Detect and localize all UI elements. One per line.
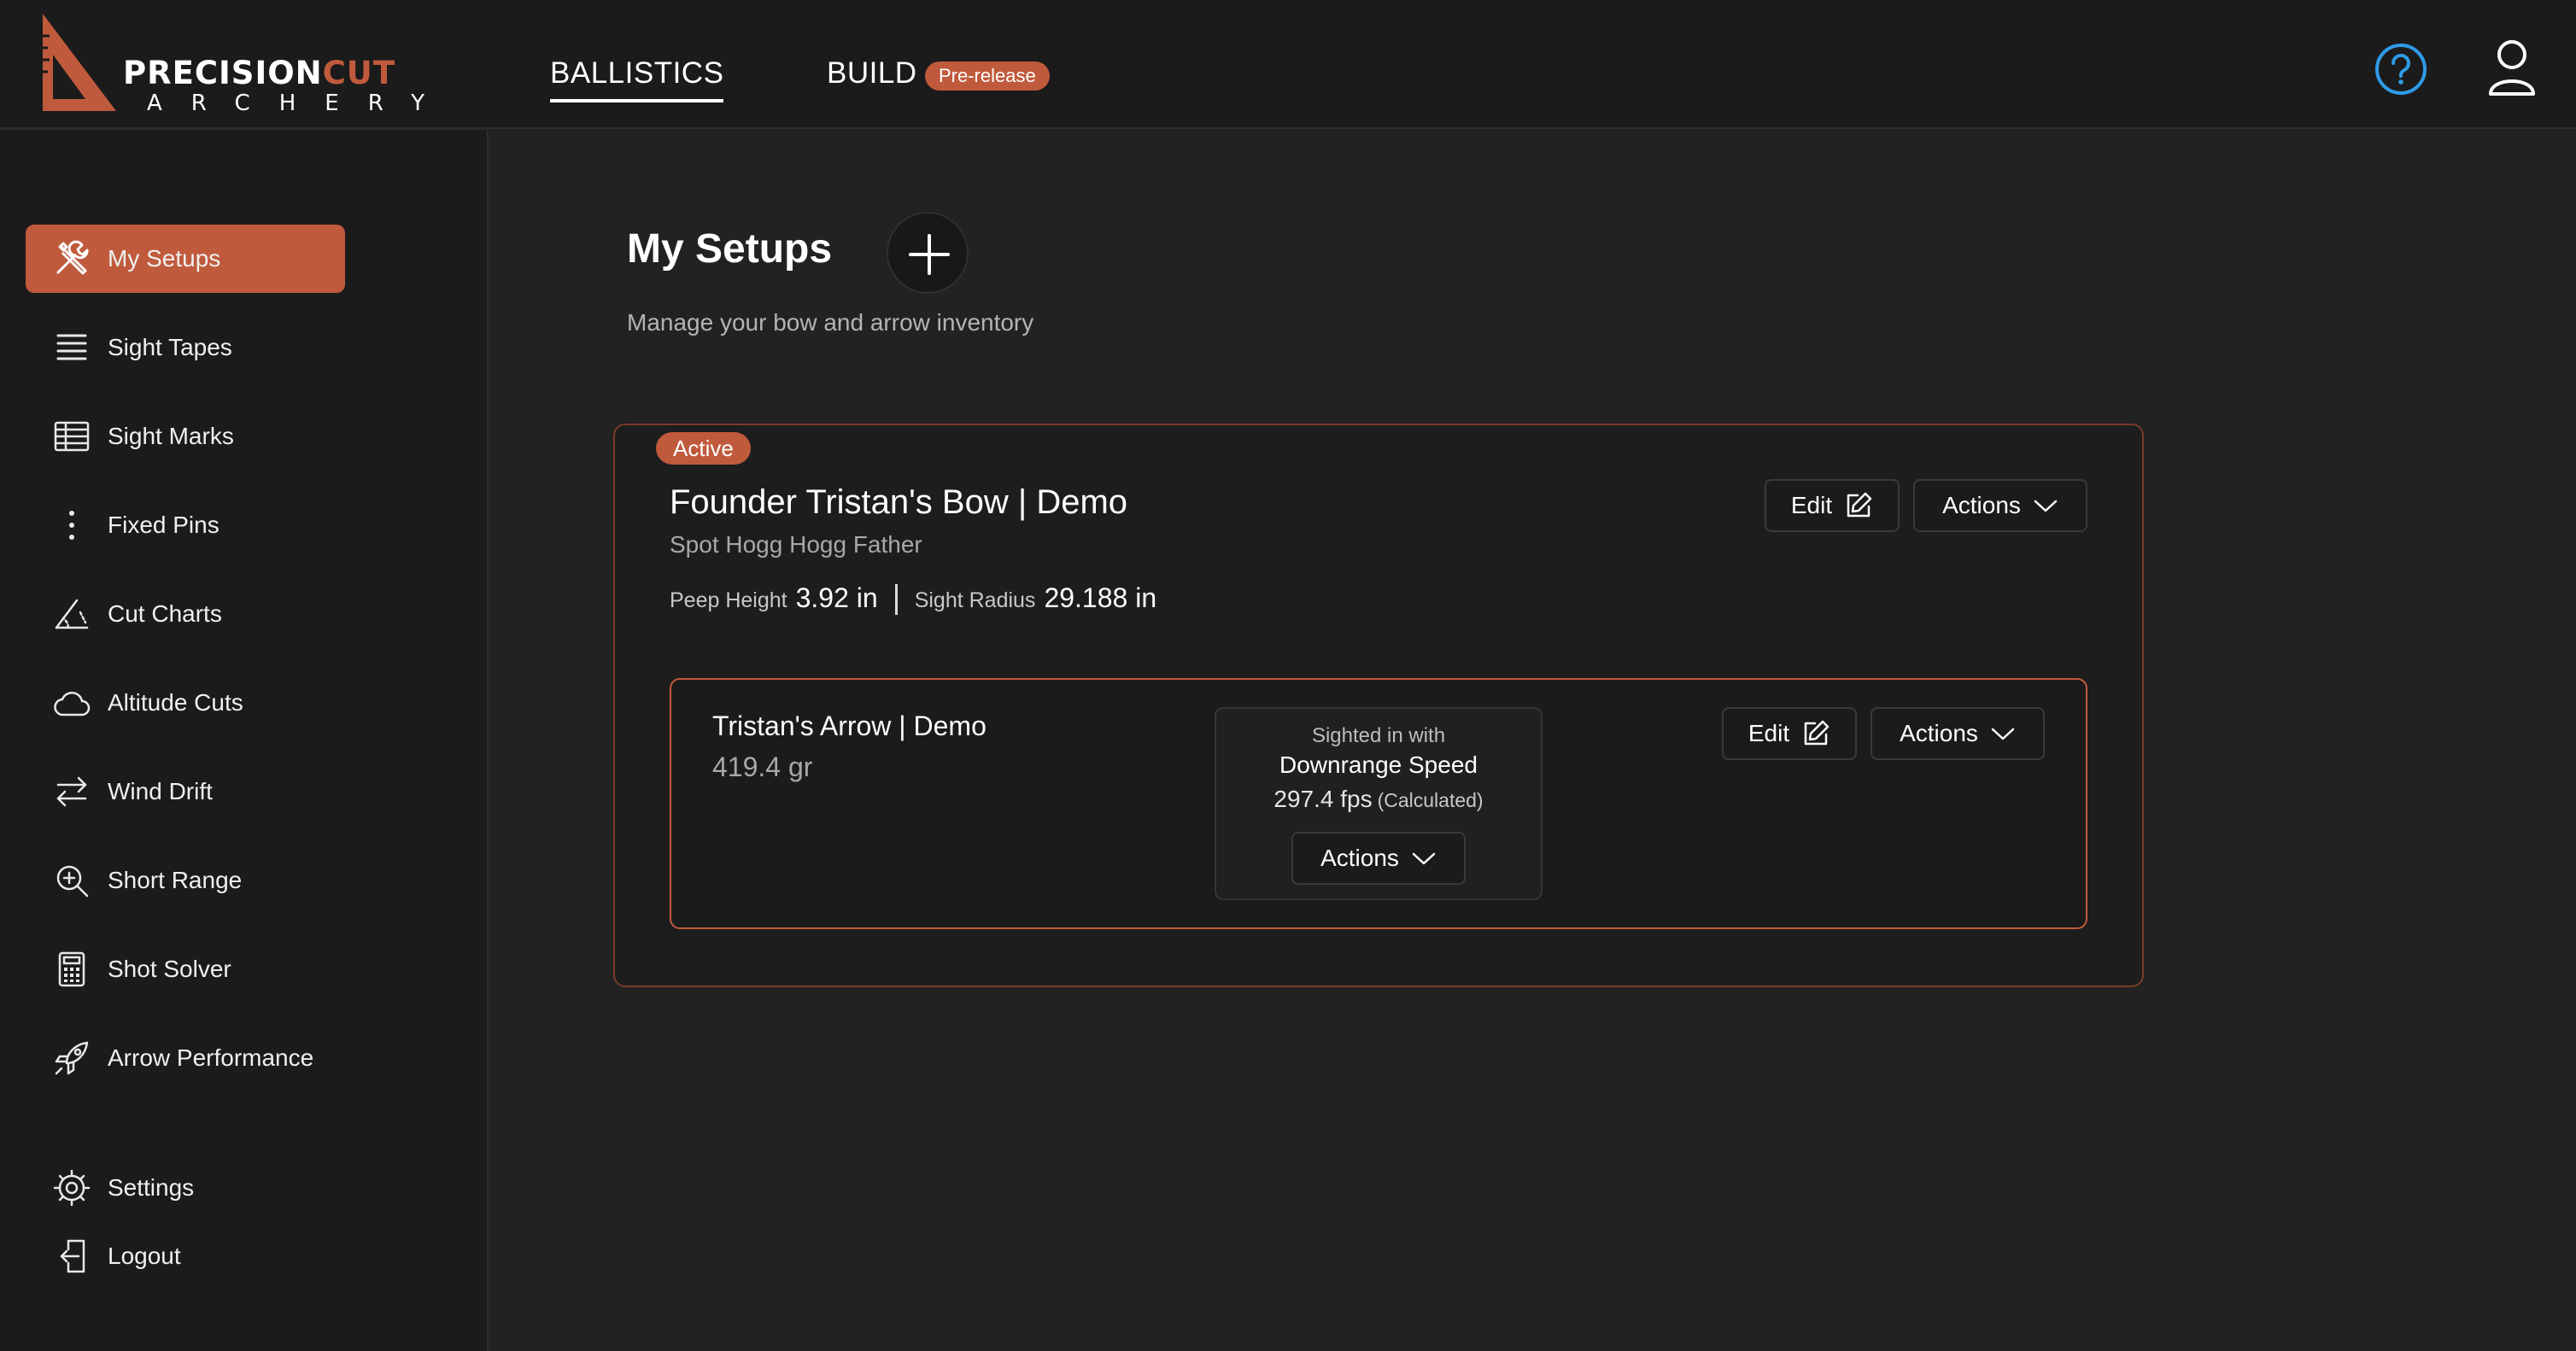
sidebar-item-label: Fixed Pins xyxy=(108,512,220,538)
user-icon xyxy=(2489,40,2535,96)
chevron-down-icon xyxy=(2034,500,2058,512)
sidebar-item-fixed-pins[interactable]: Fixed Pins xyxy=(26,491,345,559)
sighted-in-caption: Sighted in with xyxy=(1311,724,1446,747)
table-icon xyxy=(54,421,90,452)
sidebar-item-sight-marks[interactable]: Sight Marks xyxy=(26,402,345,471)
calculator-icon xyxy=(58,951,85,987)
plus-icon xyxy=(909,234,950,275)
top-bar: PRECISIONCUT ARCHERY BALLISTICS BUILD Pr… xyxy=(0,0,2576,129)
logo-mark-icon xyxy=(43,14,116,111)
edit-label: Edit xyxy=(1790,492,1833,518)
gear-icon xyxy=(53,1169,91,1207)
bow-name: Founder Tristan's Bow | Demo xyxy=(670,483,1128,521)
arrow-weight: 419.4 gr xyxy=(712,752,813,782)
brand-subtitle: ARCHERY xyxy=(147,91,454,116)
edit-bow-button[interactable]: Edit xyxy=(1765,479,1900,532)
rocket-icon xyxy=(55,1041,89,1075)
status-badge: Active xyxy=(656,432,751,465)
spec-divider xyxy=(894,584,898,615)
nav-build[interactable]: BUILD xyxy=(827,56,917,91)
arrows-swap-icon xyxy=(56,776,87,807)
cloud-icon xyxy=(54,692,91,716)
bow-actions-dropdown[interactable]: Actions xyxy=(1913,479,2087,532)
sidebar-item-label: Sight Tapes xyxy=(108,334,232,360)
sidebar-item-label: Cut Charts xyxy=(108,600,222,627)
sidebar-item-my-setups[interactable]: My Setups xyxy=(26,225,345,293)
arrow-speed: 297.4 fps (Calculated) xyxy=(1215,786,1543,813)
sight-radius-label: Sight Radius xyxy=(914,588,1036,612)
sidebar-item-label: Settings xyxy=(108,1174,195,1201)
actions-label: Actions xyxy=(1942,492,2021,518)
lines-icon xyxy=(56,334,87,360)
edit-pencil-icon xyxy=(1804,720,1830,746)
sidebar-item-altitude-cuts[interactable]: Altitude Cuts xyxy=(26,669,345,737)
chevron-down-icon xyxy=(1991,728,2015,740)
sidebar-item-shot-solver[interactable]: Shot Solver xyxy=(26,935,345,1003)
brand-wordmark: PRECISIONCUT xyxy=(123,55,396,91)
speed-note: (Calculated) xyxy=(1377,789,1484,811)
sighted-in-method: Downrange Speed xyxy=(1279,752,1478,778)
peep-height-value: 3.92 in xyxy=(795,582,878,613)
sidebar-item-label: My Setups xyxy=(108,245,221,272)
tools-icon xyxy=(56,240,89,275)
user-account-button[interactable] xyxy=(2487,38,2537,99)
sidebar: My Setups Sight Tapes Sight Marks Fixed … xyxy=(0,131,489,1351)
page-title: My Setups xyxy=(627,226,833,272)
sidebar-item-cut-charts[interactable]: Cut Charts xyxy=(26,580,345,648)
page-subtitle: Manage your bow and arrow inventory xyxy=(627,309,1034,336)
sidebar-item-short-range[interactable]: Short Range xyxy=(26,846,345,915)
sidebar-item-label: Altitude Cuts xyxy=(108,689,243,716)
sight-radius-value: 29.188 in xyxy=(1044,582,1157,613)
arrow-speed-value: 297.4 fps xyxy=(1273,786,1373,812)
zoom-in-icon xyxy=(56,865,89,898)
sidebar-item-wind-drift[interactable]: Wind Drift xyxy=(26,757,345,826)
sidebar-item-label: Short Range xyxy=(108,867,243,893)
add-setup-button[interactable] xyxy=(887,212,969,294)
sidebar-item-label: Shot Solver xyxy=(108,956,231,982)
peep-height-label: Peep Height xyxy=(670,588,787,612)
help-button[interactable] xyxy=(2374,43,2427,96)
sidebar-item-label: Wind Drift xyxy=(108,778,213,804)
edit-pencil-icon xyxy=(1847,492,1872,518)
arrow-name: Tristan's Arrow | Demo xyxy=(712,711,986,741)
brand-logo[interactable]: PRECISIONCUT ARCHERY xyxy=(38,10,448,116)
sidebar-item-label: Sight Marks xyxy=(108,423,234,449)
sidebar-item-settings[interactable]: Settings xyxy=(26,1154,345,1222)
chevron-down-icon xyxy=(1412,852,1436,865)
sight-actions-dropdown[interactable]: Actions xyxy=(1291,832,1466,885)
sidebar-item-label: Arrow Performance xyxy=(108,1044,314,1071)
sidebar-item-label: Logout xyxy=(108,1243,181,1269)
help-circle-icon xyxy=(2375,44,2427,95)
pre-release-badge: Pre-release xyxy=(925,61,1050,91)
sidebar-item-logout[interactable]: Logout xyxy=(26,1222,345,1290)
arrow-actions-dropdown[interactable]: Actions xyxy=(1871,707,2045,760)
actions-label: Actions xyxy=(1900,720,1978,746)
edit-label: Edit xyxy=(1748,720,1790,746)
bow-specs: Peep Height 3.92 in Sight Radius 29.188 … xyxy=(670,582,1156,617)
sidebar-item-arrow-performance[interactable]: Arrow Performance xyxy=(26,1024,345,1092)
edit-arrow-button[interactable]: Edit xyxy=(1722,707,1857,760)
logout-icon xyxy=(60,1239,85,1273)
angle-icon xyxy=(55,599,89,629)
sidebar-item-sight-tapes[interactable]: Sight Tapes xyxy=(26,313,345,382)
bow-model: Spot Hogg Hogg Father xyxy=(670,531,922,558)
dots-vertical-icon xyxy=(69,511,74,540)
nav-ballistics[interactable]: BALLISTICS xyxy=(550,56,724,102)
actions-label: Actions xyxy=(1320,845,1399,871)
